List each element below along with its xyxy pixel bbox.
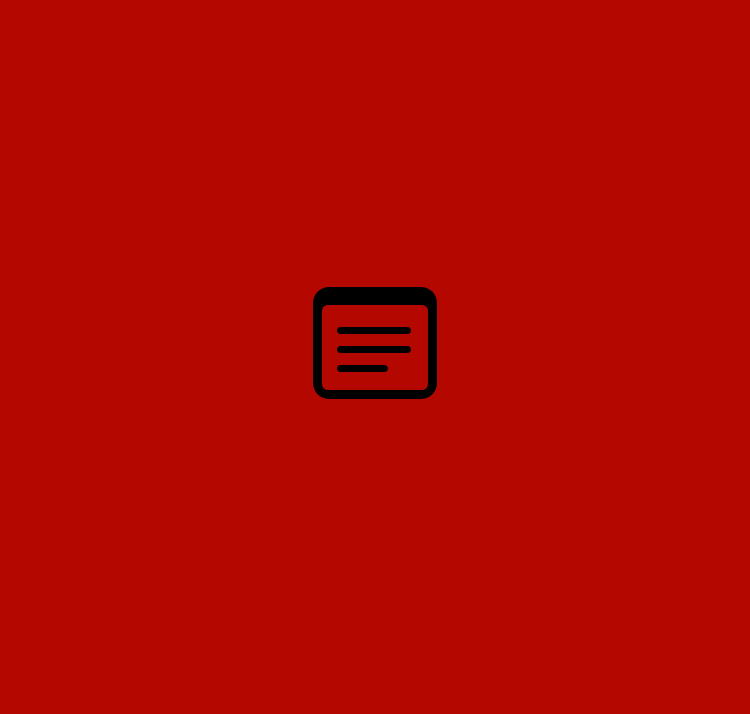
launch-screen bbox=[0, 0, 750, 714]
text-line-2 bbox=[337, 346, 411, 353]
text-line-1 bbox=[337, 327, 411, 334]
text-line-3 bbox=[337, 365, 388, 372]
document-window-icon bbox=[311, 285, 439, 401]
